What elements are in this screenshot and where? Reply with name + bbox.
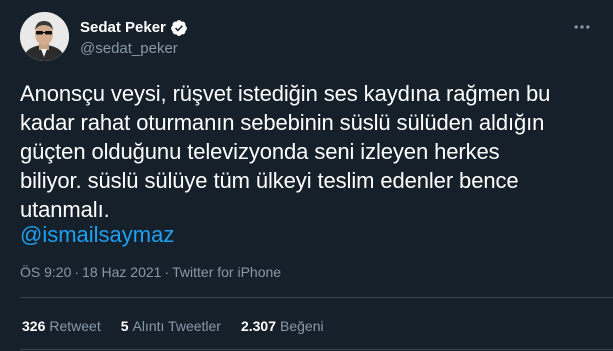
tweet-source[interactable]: Twitter for iPhone bbox=[172, 262, 281, 282]
display-name[interactable]: Sedat Peker bbox=[80, 18, 166, 38]
retweets-label: Retweet bbox=[49, 318, 101, 334]
retweets-stat[interactable]: 326 Retweet bbox=[22, 316, 101, 336]
tweet-meta: ÖS 9:20 · 18 Haz 2021 · Twitter for iPho… bbox=[20, 262, 281, 282]
tweet-stats: 326 Retweet 5 Alıntı Tweetler 2.307 Beğe… bbox=[22, 316, 344, 336]
verified-badge-icon bbox=[170, 19, 188, 37]
meta-separator: · bbox=[164, 264, 170, 280]
divider bbox=[20, 349, 613, 350]
tweet-header: Sedat Peker @sedat_peker bbox=[20, 12, 595, 66]
tweet-date[interactable]: 18 Haz 2021 bbox=[82, 262, 161, 282]
tweet-text: Anonsçu veysi, rüşvet istediğin ses kayd… bbox=[20, 81, 551, 222]
quote-tweets-count: 5 bbox=[120, 318, 129, 334]
meta-separator: · bbox=[74, 264, 80, 280]
user-info: Sedat Peker @sedat_peker bbox=[80, 18, 188, 59]
ellipsis-icon bbox=[574, 25, 590, 29]
quote-tweets-label: Alıntı Tweetler bbox=[132, 318, 221, 334]
name-row: Sedat Peker bbox=[80, 18, 188, 38]
avatar[interactable] bbox=[20, 12, 69, 61]
divider bbox=[20, 297, 613, 298]
likes-stat[interactable]: 2.307 Beğeni bbox=[241, 316, 324, 336]
likes-label: Beğeni bbox=[280, 318, 324, 334]
retweets-count: 326 bbox=[22, 318, 46, 334]
user-handle[interactable]: @sedat_peker bbox=[80, 39, 188, 59]
tweet-card: Sedat Peker @sedat_peker Anonsçu veysi, … bbox=[0, 0, 613, 351]
quote-tweets-stat[interactable]: 5 Alıntı Tweetler bbox=[121, 316, 221, 336]
mention-link[interactable]: @ismailsaymaz bbox=[20, 220, 174, 249]
likes-count: 2.307 bbox=[240, 318, 277, 334]
profile-photo-icon bbox=[20, 12, 69, 61]
tweet-time[interactable]: ÖS 9:20 bbox=[20, 262, 71, 282]
more-options-button[interactable] bbox=[569, 14, 595, 40]
